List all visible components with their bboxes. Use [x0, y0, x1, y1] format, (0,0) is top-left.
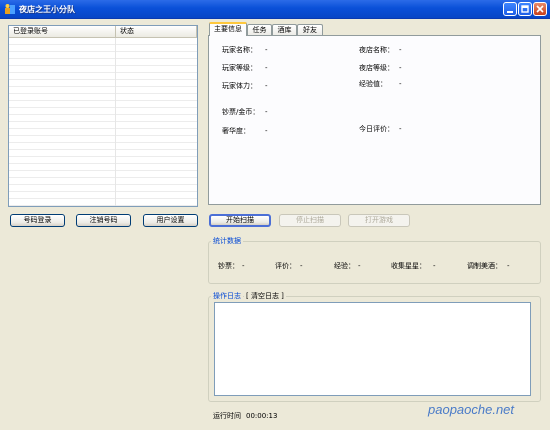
player-level-value: -	[265, 64, 268, 72]
stamina-label: 玩家体力：	[222, 82, 257, 90]
luxury-value: -	[265, 127, 268, 135]
money-value: -	[265, 108, 268, 116]
main-info-panel: 玩家名称： - 夜店名称： - 玩家等级： - 夜店等级： - 玩家体力： - …	[208, 35, 541, 205]
app-icon	[4, 3, 16, 15]
today-rating-value: -	[399, 125, 402, 133]
stats-title: 统计数据	[211, 237, 243, 246]
column-header-status[interactable]: 状态	[116, 26, 197, 37]
club-level-label: 夜店等级：	[359, 64, 394, 72]
player-name-label: 玩家名称：	[222, 46, 257, 54]
player-name-value: -	[265, 46, 268, 54]
money-label: 钞票/金币：	[222, 108, 260, 116]
stop-scan-button[interactable]: 停止扫描	[279, 214, 341, 227]
log-textarea[interactable]	[214, 302, 531, 396]
minimize-button[interactable]	[503, 2, 517, 16]
watermark: paopaoche.net	[428, 402, 515, 417]
stats-rating-label: 评价：	[275, 262, 296, 270]
close-button[interactable]	[533, 2, 547, 16]
club-level-value: -	[399, 64, 402, 72]
log-title: 操作日志	[211, 292, 243, 301]
stamina-value: -	[265, 82, 268, 90]
player-level-label: 玩家等级：	[222, 64, 257, 72]
stats-stars-value: -	[433, 262, 436, 270]
tab-friends[interactable]: 好友	[297, 24, 323, 35]
stats-rating-value: -	[300, 262, 303, 270]
stats-exp-label: 经验：	[334, 262, 355, 270]
runtime-value: 00:00:13	[246, 412, 278, 420]
today-rating-label: 今日评价：	[359, 125, 394, 133]
minimize-icon	[507, 11, 513, 13]
maximize-button[interactable]	[518, 2, 532, 16]
accounts-list[interactable]: 已登录账号 状态	[8, 25, 198, 207]
login-button[interactable]: 号码登录	[10, 214, 65, 227]
stats-exp-value: -	[358, 262, 361, 270]
stats-wine-value: -	[507, 262, 510, 270]
stats-stars-label: 收集星星：	[391, 262, 426, 270]
luxury-label: 奢华度：	[222, 127, 250, 135]
stats-money-value: -	[242, 262, 245, 270]
close-icon	[536, 5, 544, 13]
user-settings-button[interactable]: 用户设置	[143, 214, 198, 227]
runtime-label: 运行时间	[213, 412, 241, 420]
accounts-list-header: 已登录账号 状态	[9, 26, 197, 38]
tab-main-info[interactable]: 主要信息	[209, 22, 247, 36]
clear-log-link[interactable]: [ 清空日志 ]	[244, 292, 286, 301]
exp-label: 经验值：	[359, 80, 387, 88]
exp-value: -	[399, 80, 402, 88]
logout-button[interactable]: 注销号码	[76, 214, 131, 227]
title-bar: 夜店之王小分队	[0, 0, 550, 19]
start-scan-button[interactable]: 开始扫描	[209, 214, 271, 227]
stats-money-label: 钞票：	[218, 262, 239, 270]
club-name-value: -	[399, 46, 402, 54]
tab-wine-cellar[interactable]: 酒库	[272, 24, 297, 35]
open-game-button[interactable]: 打开游戏	[348, 214, 410, 227]
accounts-list-body[interactable]	[9, 38, 197, 206]
club-name-label: 夜店名称：	[359, 46, 394, 54]
tab-tasks[interactable]: 任务	[247, 24, 272, 35]
window-title: 夜店之王小分队	[19, 4, 75, 14]
column-header-account[interactable]: 已登录账号	[9, 26, 116, 37]
maximize-icon	[521, 5, 529, 13]
stats-wine-label: 调制美酒：	[467, 262, 502, 270]
